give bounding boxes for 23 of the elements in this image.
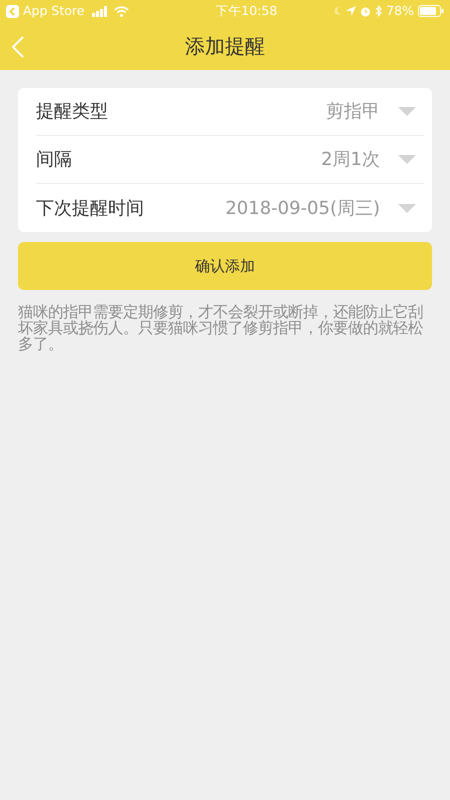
back-icon xyxy=(12,36,24,58)
confirm-button[interactable]: 确认添加 xyxy=(18,242,432,290)
dropdown-icon[interactable] xyxy=(398,155,416,164)
field-label: 下次提醒时间 xyxy=(36,196,144,220)
back-app-link[interactable]: App Store xyxy=(23,2,84,20)
wifi-icon xyxy=(114,6,130,16)
status-time: 下午10:58 xyxy=(215,2,278,20)
field-value[interactable]: 剪指甲 xyxy=(326,98,380,125)
bluetooth-icon xyxy=(375,5,382,17)
dropdown-icon[interactable] xyxy=(398,204,416,212)
field-value[interactable]: 2018-09-05(周三) xyxy=(225,194,380,222)
field-label: 间隔 xyxy=(36,148,72,172)
location-icon xyxy=(346,6,356,16)
back-app-icon[interactable] xyxy=(6,4,19,18)
page-title: 添加提醒 xyxy=(185,33,265,60)
moon-icon xyxy=(333,6,342,16)
alarm-icon xyxy=(360,6,372,16)
tip-text: 猫咪的指甲需要定期修剪，才不会裂开或断掉，还能防止它刮坏家具或挠伤人。只要猫咪习惯了修剪指甲，你要做的就轻松多了。 xyxy=(18,304,424,352)
dropdown-icon[interactable] xyxy=(398,107,416,116)
battery-icon xyxy=(418,5,444,17)
field-value[interactable]: 2周1次 xyxy=(321,146,380,173)
battery-percent: 78% xyxy=(386,2,414,20)
field-label: 提醒类型 xyxy=(36,100,108,124)
